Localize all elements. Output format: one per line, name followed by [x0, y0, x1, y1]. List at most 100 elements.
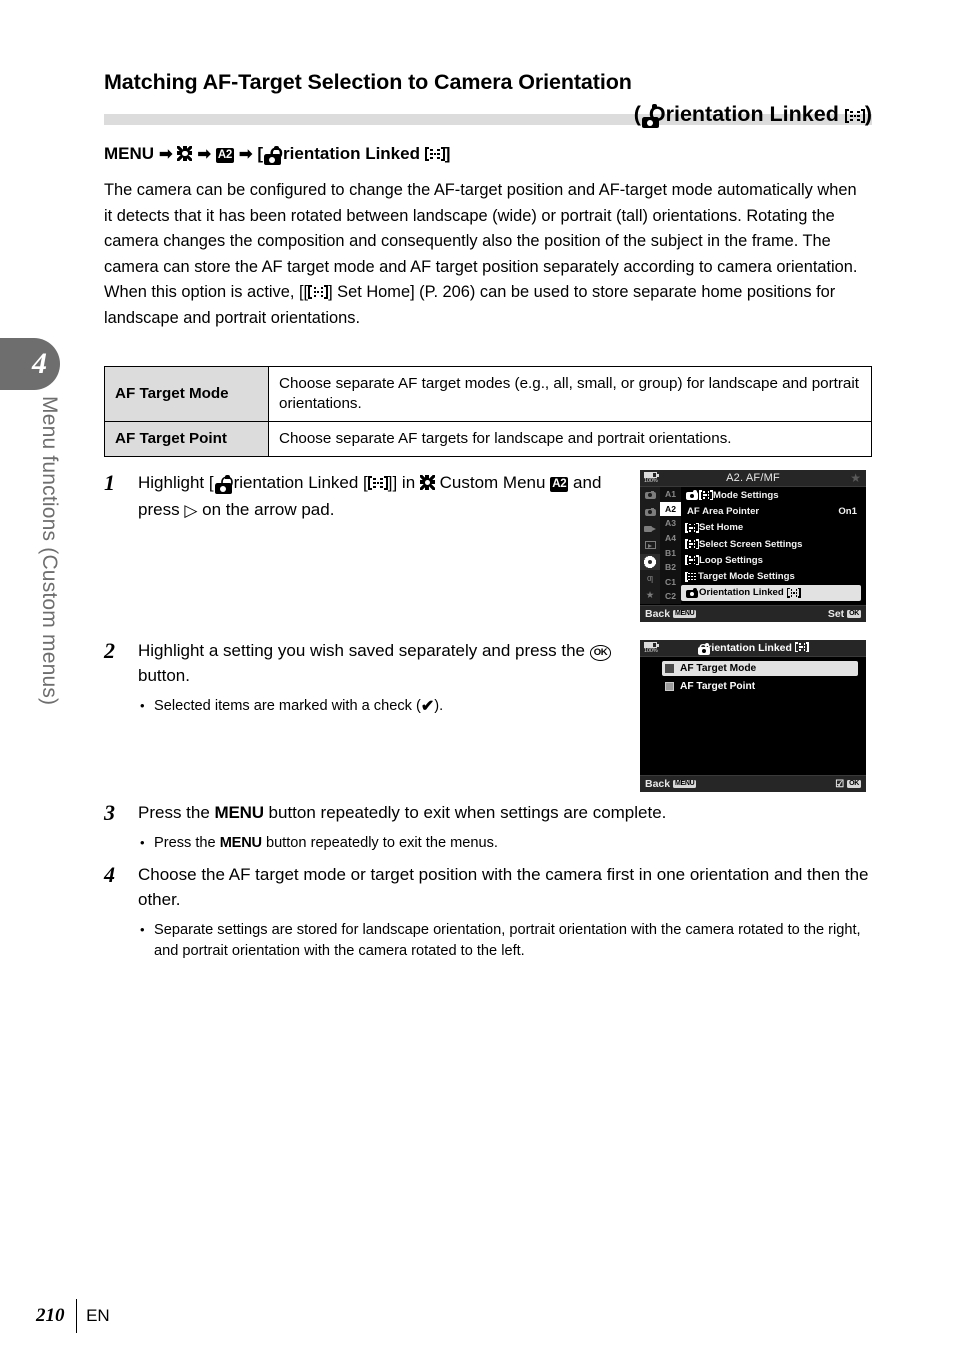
page-title: Matching AF-Target Selection to Camera O… — [104, 70, 632, 94]
ok-key-badge: OK — [847, 609, 861, 618]
step-2: 2 Highlight a setting you wish saved sep… — [104, 638, 624, 717]
step4-text: Choose the AF target mode or target posi… — [138, 865, 869, 909]
checkbox-row-label: AF Target Point — [680, 681, 756, 692]
camera-screen-orientation-linked: 100% Orientation Linked AF Target Mode A… — [640, 640, 866, 792]
bullet-item: Press the MENU button repeatedly to exit… — [138, 832, 872, 854]
af-target-icon — [699, 490, 713, 501]
checkbox-icon[interactable] — [665, 682, 674, 691]
paren-open: ( — [633, 102, 641, 126]
chapter-vertical-title: Menu functions (Custom menus) — [38, 396, 61, 706]
step1-text-c: ]] in — [387, 473, 416, 492]
menu-row-label: Select Screen Settings — [699, 538, 803, 550]
checkmark-badge: ☑ — [835, 779, 845, 790]
checkbox-row-af-target-mode[interactable]: AF Target Mode — [662, 661, 858, 676]
bullet-item: Separate settings are stored for landsca… — [138, 919, 872, 962]
menu-path-menu-label: MENU — [104, 144, 155, 163]
lcd1-rows: Mode Settings AF Area Pointer On1 Set Hom… — [681, 487, 866, 604]
camera-icon — [686, 588, 698, 598]
page-tab-b2[interactable]: B2 — [660, 560, 681, 575]
af-target-icon — [786, 587, 801, 598]
lcd1-back-control[interactable]: Back MENU — [645, 608, 697, 620]
step1-text-b: Orientation Linked [ — [220, 473, 368, 492]
menu-button-label: MENU — [214, 803, 264, 822]
a2-badge: A2 — [215, 148, 234, 163]
menu-key-badge: MENU — [673, 779, 697, 788]
intro-paragraph: The camera can be configured to change t… — [104, 178, 864, 331]
step3-bullet-b: button repeatedly to exit the menus. — [265, 835, 498, 851]
table-row-description: Choose separate AF targets for landscape… — [268, 421, 872, 457]
af-target-icon — [685, 539, 699, 550]
step2-bullets: Selected items are marked with a check (… — [138, 695, 624, 717]
table-row-label: AF Target Mode — [104, 366, 269, 422]
lcd2-titlebar: 100% Orientation Linked — [640, 640, 866, 657]
page-tab-b1[interactable]: B1 — [660, 545, 681, 560]
gear-icon — [177, 146, 193, 161]
step3-text-a: Press the — [138, 803, 210, 822]
orientation-linked-label: Orientation Linked — [648, 102, 839, 126]
step3-bullets: Press the MENU button repeatedly to exit… — [138, 832, 872, 854]
gear-icon — [419, 475, 435, 490]
arrow-right-icon: ➡ — [159, 146, 173, 163]
menu-row-af-area-pointer[interactable]: AF Area Pointer On1 — [681, 503, 866, 519]
step4-bullets: Separate settings are stored for landsca… — [138, 919, 872, 962]
lcd1-set-control[interactable]: Set OK — [828, 608, 861, 620]
step1-text-d: Custom Menu — [439, 473, 546, 492]
lcd2-confirm-control[interactable]: ☑ OK — [835, 778, 861, 790]
lcd2-bottombar: Back MENU ☑ OK — [640, 775, 866, 792]
table-row: AF Target Point Choose separate AF targe… — [104, 421, 872, 457]
tab-myset-star-icon[interactable]: ★ — [640, 587, 660, 604]
step2-text-a: Highlight a setting you wish saved separ… — [138, 641, 585, 660]
menu-row-select-screen-settings[interactable]: Select Screen Settings — [681, 536, 866, 552]
tab-camera1-icon[interactable] — [640, 487, 660, 504]
table-row-description: Choose separate AF target modes (e.g., a… — [268, 366, 872, 422]
step-number: 3 — [104, 800, 115, 825]
step-3: 3 Press the MENU button repeatedly to ex… — [104, 800, 872, 854]
lcd2-title-label: Orientation Linked — [699, 642, 792, 654]
page-tab-a4[interactable]: A4 — [660, 531, 681, 546]
af-target-icon — [367, 476, 388, 490]
chapter-tab: 4 — [0, 338, 60, 390]
step-text: Choose the AF target mode or target posi… — [138, 862, 872, 962]
menu-row-orientation-linked[interactable]: Orientation Linked — [681, 584, 861, 602]
back-label: Back — [645, 608, 671, 620]
page-tab-a2[interactable]: A2 — [660, 501, 681, 517]
page-tab-a1[interactable]: A1 — [660, 487, 681, 502]
af-target-icon — [424, 147, 445, 161]
step2-bullet-a: Selected items are marked with a check ( — [154, 698, 421, 714]
page-tab-c2[interactable]: C2 — [660, 589, 681, 604]
ok-button-icon: OK — [589, 644, 612, 661]
target-mode-grid-icon — [685, 571, 698, 582]
lcd1-tab-column: ƣ ★ — [640, 487, 660, 604]
ok-key-badge: OK — [847, 779, 861, 788]
page-footer: 210 EN — [36, 1299, 110, 1333]
lcd1-body: ƣ ★ A1 A2 A3 A4 B1 B2 C1 C2 Mode Setting… — [640, 487, 866, 604]
af-target-icon — [685, 522, 699, 533]
menu-row-mode-settings[interactable]: Mode Settings — [681, 487, 866, 503]
checkbox-row-label: AF Target Mode — [680, 663, 757, 674]
menu-row-set-home[interactable]: Set Home — [681, 520, 866, 536]
page-tab-a3[interactable]: A3 — [660, 516, 681, 531]
menu-row-label: AF Area Pointer — [687, 505, 760, 517]
step-1: 1 Highlight [ Orientation Linked []] in … — [104, 470, 624, 523]
checkbox-icon[interactable] — [665, 664, 674, 673]
tab-setup-wrench-icon[interactable]: ƣ — [640, 570, 660, 587]
tab-custom-gear-icon[interactable] — [640, 553, 660, 571]
lcd1-bottombar: Back MENU Set OK — [640, 605, 866, 622]
menu-row-target-mode-settings[interactable]: Target Mode Settings — [681, 568, 866, 584]
af-target-icon — [844, 109, 865, 123]
step3-bullet-a: Press the — [154, 835, 216, 851]
tab-playback-icon[interactable] — [640, 537, 660, 554]
menu-row-loop-settings[interactable]: Loop Settings — [681, 552, 866, 568]
table-row-label: AF Target Point — [104, 421, 269, 457]
af-target-icon — [794, 642, 809, 652]
checkbox-row-af-target-point[interactable]: AF Target Point — [662, 679, 858, 694]
back-label: Back — [645, 778, 671, 790]
lcd2-back-control[interactable]: Back MENU — [645, 778, 697, 790]
af-target-icon — [308, 285, 329, 299]
step-text: Press the MENU button repeatedly to exit… — [138, 800, 872, 854]
tab-camera2-icon[interactable] — [640, 504, 660, 521]
table-row: AF Target Mode Choose separate AF target… — [104, 366, 872, 422]
page-tab-c1[interactable]: C1 — [660, 575, 681, 590]
chapter-number: 4 — [32, 347, 47, 380]
tab-movie-icon[interactable] — [640, 520, 660, 537]
